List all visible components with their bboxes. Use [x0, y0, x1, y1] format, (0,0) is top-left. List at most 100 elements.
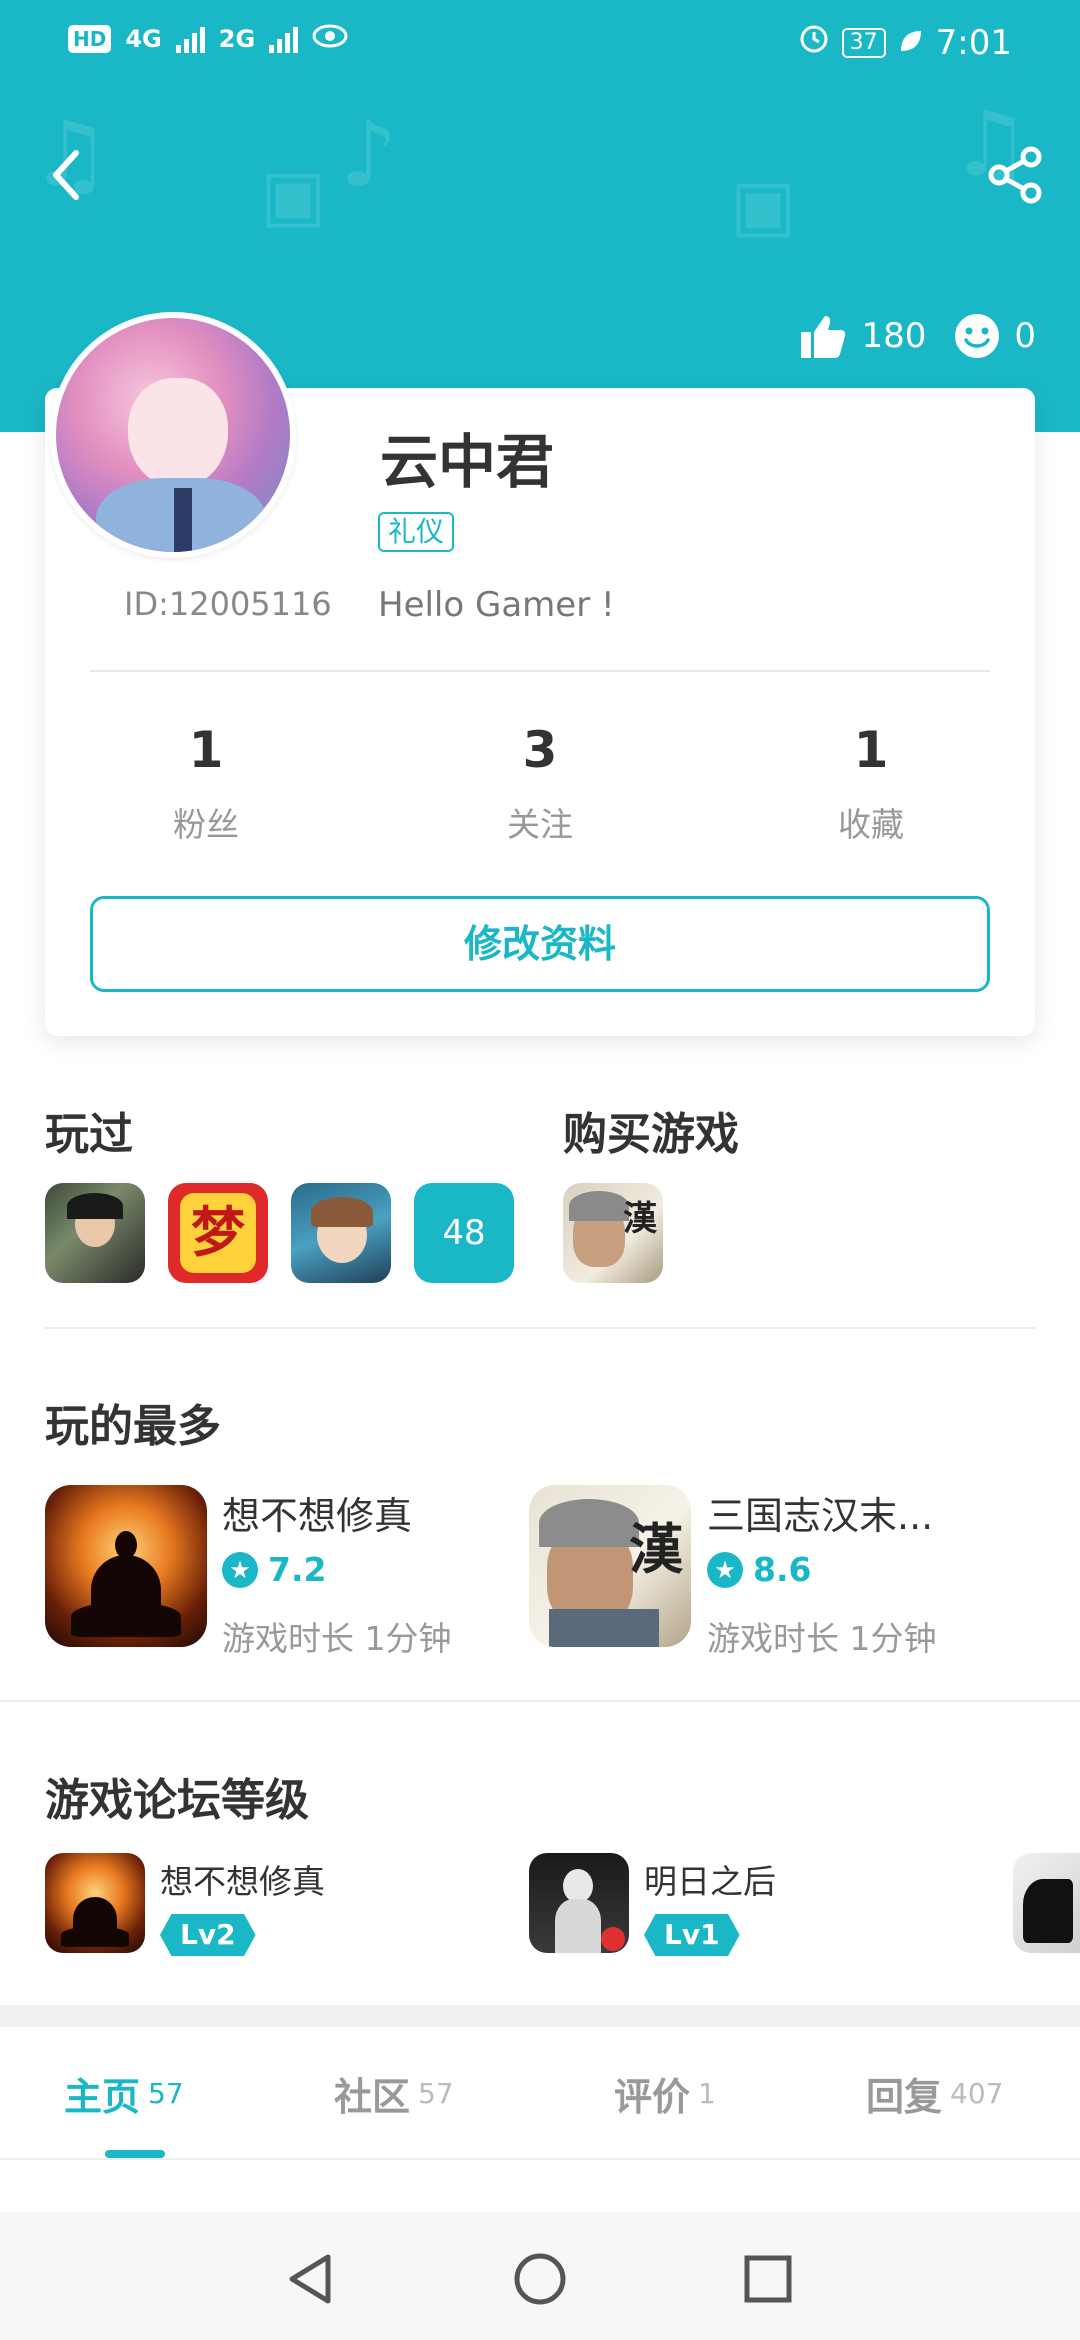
likes-count: 180 — [861, 316, 927, 356]
forum-game-icon[interactable] — [529, 1853, 629, 1953]
stat-label: 关注 — [507, 805, 573, 844]
leaf-icon — [898, 23, 924, 63]
star-icon: ★ — [222, 1551, 258, 1588]
stat-fans[interactable]: 1 粉丝 — [106, 720, 306, 846]
game-rating: ★ 8.6 — [707, 1550, 811, 1589]
tab-home[interactable]: 主页 57 — [64, 2027, 184, 2160]
netease-badge-icon — [601, 1927, 625, 1951]
section-divider — [0, 1700, 1080, 1702]
played-game-icon[interactable]: 梦 — [168, 1183, 268, 1283]
purchased-game-icon[interactable]: 漢 — [563, 1183, 663, 1283]
eye-icon — [312, 24, 348, 54]
forum-level-title: 游戏论坛等级 — [45, 1775, 309, 1826]
circle-home-icon — [514, 2253, 566, 2305]
network-2g-label: 2G — [218, 25, 256, 53]
signal-icon — [269, 25, 299, 53]
han-character-icon: 漢 — [629, 1517, 683, 1581]
smiles-group[interactable]: 0 — [954, 313, 1036, 359]
tab-count: 57 — [148, 2077, 184, 2110]
stat-label: 粉丝 — [173, 805, 239, 844]
username: 云中君 — [380, 428, 555, 496]
silhouette-head — [563, 1869, 593, 1903]
share-button[interactable] — [980, 140, 1050, 210]
tab-label: 社区 — [334, 2075, 411, 2119]
played-game-icon[interactable] — [291, 1183, 391, 1283]
chevron-left-icon — [53, 150, 79, 200]
user-id: ID:12005116 — [124, 585, 332, 623]
stat-number: 1 — [853, 721, 889, 779]
meditating-figure-base — [71, 1603, 181, 1637]
profile-tabbar: 主页 57 社区 57 评价 1 回复 407 — [0, 2027, 1080, 2160]
forum-game-icon[interactable] — [1013, 1853, 1080, 1953]
stat-label: 收藏 — [838, 805, 904, 844]
meditating-figure-base — [61, 1927, 129, 1947]
rating-value: 7.2 — [268, 1550, 327, 1589]
square-recents-icon — [744, 2255, 792, 2303]
forum-game-name[interactable]: 明日之后 — [644, 1855, 776, 1903]
stat-following[interactable]: 3 关注 — [440, 720, 640, 846]
tab-label: 回复 — [866, 2075, 943, 2119]
most-played-game-icon[interactable] — [45, 1485, 207, 1647]
silhouette-body — [555, 1899, 601, 1953]
gamepad-decor: ▣ — [260, 154, 327, 236]
smile-icon — [955, 314, 1000, 358]
user-tag: 礼仪 — [378, 512, 455, 552]
dream-logo-icon: 梦 — [180, 1193, 256, 1273]
forum-game-name[interactable]: 想不想修真 — [160, 1855, 325, 1903]
section-divider — [45, 1327, 1035, 1329]
han-character-icon: 漢 — [623, 1199, 657, 1239]
rating-value: 8.6 — [753, 1550, 812, 1589]
meditating-figure-head — [115, 1531, 137, 1559]
edit-profile-button[interactable]: 修改资料 — [90, 896, 990, 992]
star-icon: ★ — [707, 1551, 743, 1588]
level-badge: Lv1 — [644, 1914, 740, 1956]
thumbs-up-icon — [801, 316, 846, 358]
most-played-game-icon[interactable]: 漢 — [529, 1485, 691, 1647]
tab-replies[interactable]: 回复 407 — [866, 2027, 1003, 2160]
alarm-icon — [798, 22, 830, 63]
clock-time: 7:01 — [935, 22, 1012, 63]
nav-back-button[interactable] — [274, 2244, 344, 2314]
triangle-back-icon — [289, 2254, 331, 2304]
most-played-title: 玩的最多 — [45, 1401, 221, 1452]
avatar[interactable] — [50, 312, 296, 558]
back-button[interactable] — [40, 140, 90, 210]
status-right: 37 7:01 — [798, 22, 1012, 63]
system-navbar — [0, 2212, 1080, 2340]
likes-group[interactable]: 180 — [799, 312, 926, 360]
user-bio: Hello Gamer ! — [378, 585, 615, 625]
play-time: 游戏时长 1分钟 — [222, 1619, 452, 1658]
header-stats: 180 0 — [799, 312, 1036, 360]
tabs-separator — [0, 2005, 1080, 2027]
game-name[interactable]: 三国志汉末... — [707, 1485, 933, 1540]
tab-reviews[interactable]: 评价 1 — [614, 2027, 716, 2160]
more-played-button[interactable]: 48 — [414, 1183, 514, 1283]
played-game-icon[interactable] — [45, 1183, 145, 1283]
game-rating: ★ 7.2 — [222, 1550, 326, 1589]
tab-community[interactable]: 社区 57 — [334, 2027, 454, 2160]
smiles-count: 0 — [1014, 316, 1036, 356]
forum-game-icon[interactable] — [45, 1853, 145, 1953]
game-name[interactable]: 想不想修真 — [222, 1485, 412, 1540]
character-helmet — [539, 1499, 639, 1547]
purchased-title: 购买游戏 — [563, 1109, 739, 1160]
share-icon — [988, 146, 1042, 204]
warrior-silhouette — [1023, 1879, 1073, 1943]
network-4g-label: 4G — [125, 25, 162, 53]
nav-home-button[interactable] — [505, 2244, 575, 2314]
music-note-decor: ♪ — [340, 102, 398, 207]
nav-recents-button[interactable] — [733, 2244, 803, 2314]
played-title: 玩过 — [45, 1109, 133, 1160]
avatar-tie — [174, 488, 192, 552]
character-hair — [67, 1193, 123, 1219]
active-tab-indicator — [105, 2150, 165, 2158]
tab-label: 主页 — [64, 2075, 141, 2119]
stat-favorites[interactable]: 1 收藏 — [771, 720, 971, 846]
tab-count: 57 — [418, 2077, 454, 2110]
status-left: HD 4G 2G — [68, 24, 348, 54]
card-divider — [90, 670, 990, 672]
battery-indicator: 37 — [841, 27, 886, 58]
stat-number: 3 — [522, 721, 558, 779]
character-hair — [311, 1197, 373, 1227]
level-badge: Lv2 — [160, 1914, 256, 1956]
